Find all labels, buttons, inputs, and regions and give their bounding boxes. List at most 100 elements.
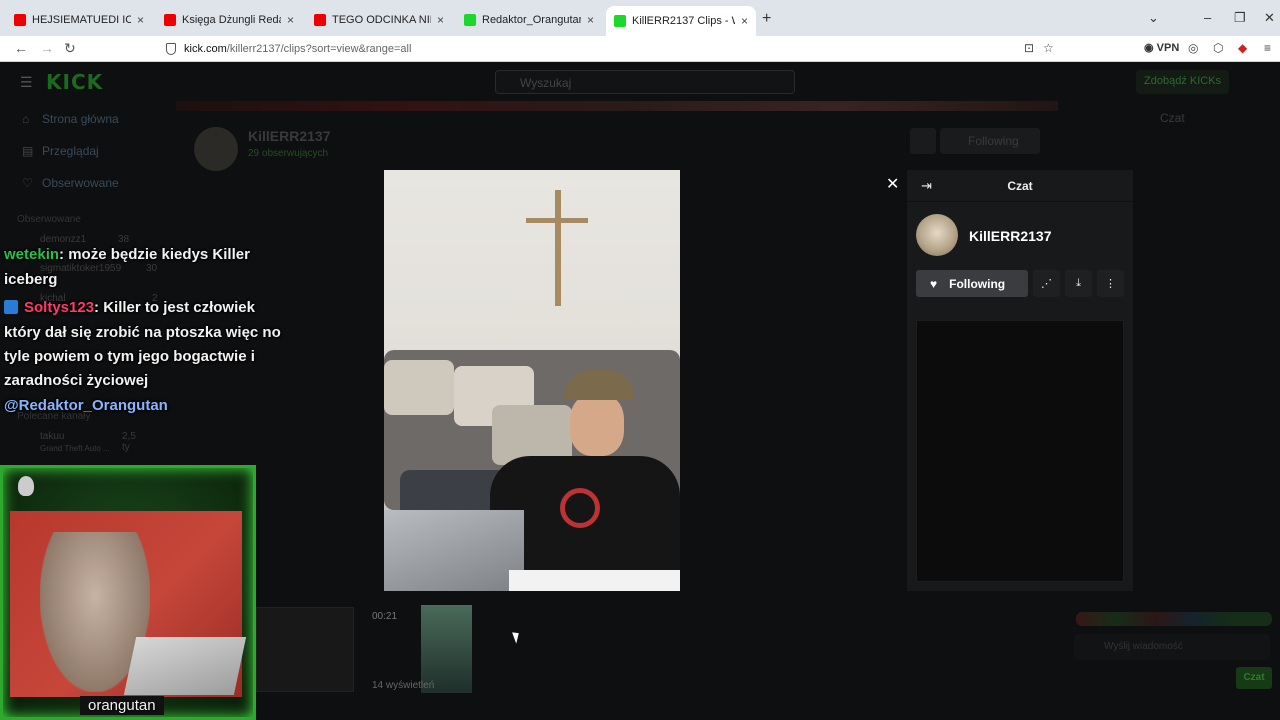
chat-send-button[interactable]: Czat: [1236, 667, 1272, 689]
menu-icon[interactable]: ≡: [1264, 41, 1271, 55]
clip-thumbnail[interactable]: [256, 607, 354, 692]
chat-input[interactable]: Wyślij wiadomość: [1074, 634, 1270, 660]
search-input[interactable]: Wyszukaj: [495, 70, 795, 94]
shield-extension-icon[interactable]: ◆: [1238, 41, 1247, 55]
clip-video[interactable]: [384, 170, 680, 591]
overlay-text: który dał się zrobić na ptoszka więc no: [4, 324, 281, 341]
badge-icon: [4, 300, 18, 314]
overlay-text: : może będzie kiedys Killer: [59, 246, 250, 263]
window-close-icon[interactable]: ✕: [1264, 10, 1275, 26]
browser-tab-bar: HEJSIEMATUEDI ICEBERG - CZĘŚ × Księga Dż…: [0, 0, 1280, 36]
chat-send-label: Czat: [1243, 672, 1265, 683]
followed-channel[interactable]: demonzz1 38: [40, 234, 129, 245]
clip-duration: 00:21: [372, 611, 398, 622]
crucifix-bar: [526, 218, 588, 223]
search-placeholder: Wyszukaj: [520, 76, 572, 90]
top-nav: ☰ KICK Wyszukaj Zdobądź KICKs: [0, 62, 1280, 102]
get-kicks-button[interactable]: Zdobądź KICKs: [1136, 70, 1230, 94]
channel-banner: [176, 101, 1058, 111]
tab-list-chevron-icon[interactable]: ⌄: [1148, 10, 1159, 26]
browser-tab[interactable]: TEGO ODCINKA NIE POWINNO ×: [306, 8, 452, 32]
channel-game: Grand Theft Auto ...: [40, 444, 110, 453]
mouse-cursor-icon: [512, 630, 522, 644]
overlay-mention: @Redaktor_Orangutan: [4, 397, 168, 414]
chat-header: Czat: [1160, 111, 1185, 125]
restore-icon[interactable]: ❐: [1234, 10, 1246, 26]
kick-logo[interactable]: KICK: [46, 70, 103, 94]
follower-count: 29 obserwujących: [248, 148, 329, 159]
followed-header: Obserwowane: [17, 214, 81, 225]
overlay-username: Soltys123: [24, 299, 95, 316]
bell-icon[interactable]: [910, 128, 936, 154]
recommended-channel[interactable]: takuu 2,5 ty: [40, 431, 136, 453]
url-path: /killerr2137/clips?sort=view&range=all: [226, 43, 412, 55]
back-icon[interactable]: ←: [14, 40, 28, 56]
close-icon[interactable]: ×: [287, 13, 294, 27]
vpn-button[interactable]: ◉ VPN: [1144, 41, 1179, 54]
bookmark-star-icon[interactable]: ☆: [1043, 41, 1054, 55]
hamburger-icon[interactable]: ☰: [20, 74, 33, 91]
url-field[interactable]: kick.com/killerr2137/clips?sort=view&ran…: [158, 39, 1058, 59]
streamer-name[interactable]: KillERR2137: [969, 228, 1051, 244]
browser-tab-active[interactable]: KillERR2137 Clips - Watch L ×: [606, 6, 756, 36]
site-info-icon[interactable]: [166, 43, 176, 55]
youtube-icon: [14, 14, 26, 26]
minimize-icon[interactable]: –: [1204, 10, 1211, 25]
follow-button[interactable]: ♥ Following: [916, 270, 1028, 297]
install-app-icon[interactable]: ⊡: [1024, 41, 1034, 55]
sidebar-label: Przeglądaj: [42, 144, 99, 158]
close-icon[interactable]: ×: [437, 13, 444, 27]
crucifix: [555, 190, 561, 306]
webcam-label: orangutan: [80, 696, 164, 715]
account-icon[interactable]: ◎: [1188, 41, 1198, 55]
close-icon[interactable]: ×: [741, 14, 748, 28]
close-icon[interactable]: ×: [587, 13, 594, 27]
channel-name: demonzz1: [40, 234, 87, 245]
vpn-label: VPN: [1156, 42, 1180, 54]
follow-button-background[interactable]: Following: [940, 128, 1040, 154]
forward-icon[interactable]: →: [40, 40, 54, 56]
extensions-icon[interactable]: ⬡: [1213, 41, 1223, 55]
sidebar-item-following[interactable]: ♡ Obserwowane: [22, 176, 119, 190]
new-tab-icon[interactable]: +: [762, 10, 771, 28]
person-face: [570, 394, 624, 456]
overlay-message: wetekin: może będzie kiedys Killer: [4, 246, 250, 263]
overlay-text: zaradności życiowej: [4, 372, 149, 389]
kick-page: ☰ KICK Wyszukaj Zdobądź KICKs ⌂ Strona gł…: [0, 62, 1280, 720]
emote-bar[interactable]: [1076, 612, 1272, 626]
overlay-message: Soltys123: Killer to jest człowiek: [4, 299, 255, 316]
share-icon[interactable]: ⋰: [1033, 270, 1060, 297]
sidebar-item-home[interactable]: ⌂ Strona główna: [22, 112, 119, 126]
download-icon[interactable]: ⤓: [1065, 270, 1092, 297]
heart-icon: ♡: [22, 176, 33, 190]
panel-title: Czat: [1007, 179, 1033, 193]
follow-label: Following: [968, 134, 1019, 148]
heart-icon: ♥: [930, 276, 938, 291]
overlay-text: : Killer to jest człowiek: [94, 299, 255, 316]
close-icon[interactable]: ✕: [886, 174, 899, 194]
browser-tab[interactable]: Redaktor_Orangutan Stream - W ×: [456, 8, 602, 32]
clip-views: 14 wyświetleń: [372, 680, 435, 691]
follow-label: Following: [949, 276, 1006, 291]
avatar[interactable]: [194, 127, 238, 171]
viewer-count: 2,5 ty: [122, 431, 136, 453]
browser-tab[interactable]: HEJSIEMATUEDI ICEBERG - CZĘŚ ×: [6, 8, 152, 32]
panel-header: ⇥ Czat: [907, 170, 1133, 202]
youtube-icon: [164, 14, 176, 26]
shirt-logo: [560, 488, 600, 528]
kick-icon: [614, 15, 626, 27]
tab-title: Redaktor_Orangutan Stream - W: [482, 14, 581, 26]
overlay-text: tyle powiem o tym jego bogactwie i: [4, 348, 255, 365]
close-icon[interactable]: ×: [137, 13, 144, 27]
avatar[interactable]: [916, 214, 958, 256]
reload-icon[interactable]: ↻: [64, 40, 76, 57]
browser-tab[interactable]: Księga Dżungli Redaktora - You ×: [156, 8, 302, 32]
address-bar: ← → ↻ kick.com/killerr2137/clips?sort=vi…: [0, 36, 1280, 62]
sidebar-item-browse[interactable]: ▤ Przeglądaj: [22, 144, 99, 158]
webcam-laptop: [123, 637, 247, 695]
panel-content-area: [916, 320, 1124, 582]
overlay-text: iceberg: [4, 271, 58, 288]
figure-icon: [18, 476, 34, 496]
more-icon[interactable]: ⋮: [1097, 270, 1124, 297]
channel-name: takuu: [40, 431, 65, 442]
